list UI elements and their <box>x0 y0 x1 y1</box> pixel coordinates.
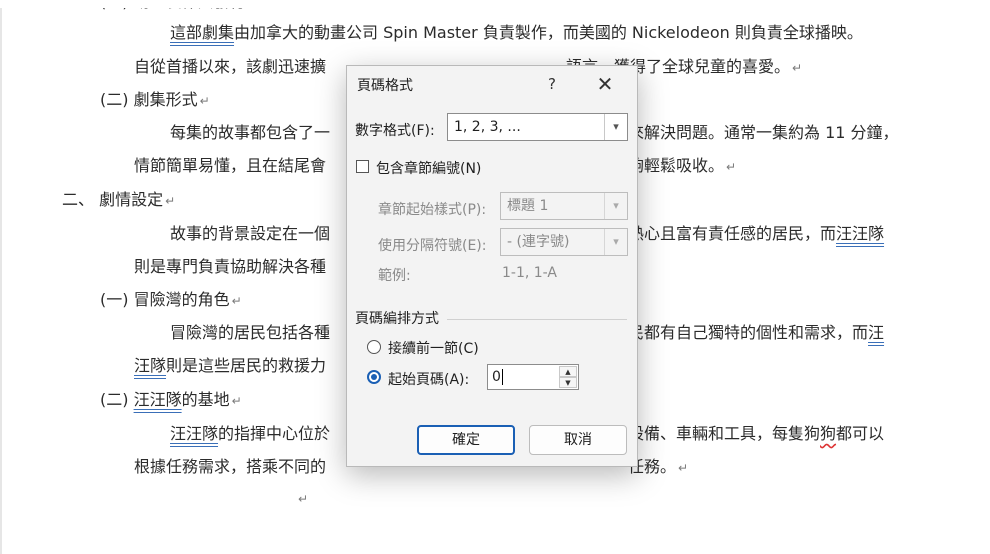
chevron-down-icon[interactable]: ▾ <box>604 114 627 140</box>
doc-text: 情節簡單易懂，且在結尾會 <box>134 156 327 175</box>
doc-text: (二) 劇集形式 <box>100 90 198 109</box>
continue-previous-radio[interactable] <box>367 340 381 354</box>
doc-text: 每集的故事都包含了一 <box>170 123 331 142</box>
doc-underlined-text: 汪汪隊 <box>133 390 182 409</box>
chevron-down-icon[interactable]: ▾ <box>604 229 627 255</box>
doc-text: 的基地 <box>181 390 230 409</box>
chapter-style-label: 章節起始樣式(P): <box>378 202 487 218</box>
doc-text: (一) 冒險灣的角色 <box>100 290 230 309</box>
chapter-style-select[interactable]: 標題 1 ▾ <box>500 192 628 220</box>
doc-line-13a: 汪汪隊的指揮中心位於 <box>170 424 330 444</box>
example-value: 1-1, 1-A <box>502 265 557 281</box>
chapter-style-value: 標題 1 <box>507 198 549 214</box>
spin-up-icon[interactable]: ▲ <box>559 366 577 377</box>
include-chapter-checkbox[interactable] <box>356 160 369 173</box>
doc-line-5b: 夠輕鬆吸收。 ↵ <box>628 156 736 177</box>
doc-text: 設備、車輛和工具，每隻狗 <box>628 424 821 443</box>
ok-button[interactable]: 確定 <box>417 425 515 455</box>
doc-text: 故事的背景設定在一個 <box>170 224 331 243</box>
doc-text: 冒險灣的居民包括各種 <box>170 323 331 342</box>
spin-down-icon[interactable]: ▼ <box>559 377 577 388</box>
help-button[interactable]: ? <box>540 73 564 95</box>
doc-line-13b: 設備、車輛和工具，每隻狗狗都可以 <box>628 424 884 444</box>
doc-line-4a: 每集的故事都包含了一 <box>170 123 330 143</box>
doc-line-5a: 情節簡單易懂，且在結尾會 <box>134 156 326 176</box>
text-caret <box>501 369 503 385</box>
doc-empty-paragraph: ↵ <box>296 488 308 509</box>
doc-underlined-text: 汪隊 <box>134 356 167 375</box>
doc-text: (二) <box>100 390 134 409</box>
page-number-format-dialog[interactable]: 頁碼格式 ? ✕ 數字格式(F): 1, 2, 3, ... ▾ 包含章節編號(… <box>346 65 638 467</box>
paragraph-mark: ↵ <box>792 61 803 75</box>
doc-text: 自從首播以來，該劇迅速擴 <box>134 57 327 76</box>
doc-text: 由加拿大的動畫公司 Spin Master 負責製作，而美國的 Nickelod… <box>234 23 863 42</box>
close-button[interactable]: ✕ <box>592 72 618 96</box>
start-at-radio[interactable] <box>367 370 381 384</box>
doc-line-10b: 民都有自己獨特的個性和需求，而汪 <box>628 323 884 343</box>
doc-text: 則是專門負責協助解決各種 <box>134 257 327 276</box>
doc-heading-format: (二) 劇集形式 ↵ <box>100 90 210 111</box>
separator-label: 使用分隔符號(E): <box>378 238 487 254</box>
paragraph-mark: ↵ <box>231 394 242 408</box>
doc-underlined-text: 汪 <box>868 323 885 342</box>
numbering-group-label: 頁碼編排方式 <box>355 311 439 327</box>
doc-heading-base: (二) 汪汪隊的基地 ↵ <box>100 390 242 411</box>
start-at-spinner[interactable]: ▲ ▼ <box>559 366 577 388</box>
number-format-label: 數字格式(F): <box>355 123 435 139</box>
doc-line-11: 汪隊則是這些居民的救援力 <box>134 356 326 376</box>
doc-line-1: 這部劇集由加拿大的動畫公司 Spin Master 負責製作，而美國的 Nick… <box>170 23 863 43</box>
paragraph-mark: ↵ <box>726 160 737 174</box>
doc-line-7a: 故事的背景設定在一個 <box>170 224 330 244</box>
doc-line-8: 則是專門負責協助解決各種 <box>134 257 326 277</box>
doc-text: 根據任務需求，搭乘不同的 <box>134 457 327 476</box>
doc-line-14a: 根據任務需求，搭乘不同的 <box>134 457 326 477</box>
number-format-select[interactable]: 1, 2, 3, ... ▾ <box>447 113 628 141</box>
example-label: 範例: <box>378 268 411 284</box>
paragraph-mark: ↵ <box>231 294 242 308</box>
paragraph-mark: ↵ <box>298 492 309 506</box>
doc-spellcheck-text: 狗 <box>820 424 837 443</box>
doc-heading-plot: 二、 劇情設定 ↵ <box>62 190 175 211</box>
doc-underlined-text: 汪汪隊 <box>170 424 219 443</box>
doc-underlined-text: 汪汪隊 <box>836 224 885 243</box>
start-at-value: 0 <box>492 369 501 385</box>
group-divider <box>447 319 627 320</box>
doc-text: 民都有自己獨特的個性和需求，而 <box>628 323 869 342</box>
doc-text: 夠輕鬆吸收。 <box>628 156 725 175</box>
doc-line-7b: 熱心且富有責任感的居民，而汪汪隊 <box>628 224 884 244</box>
chevron-down-icon[interactable]: ▾ <box>604 193 627 219</box>
doc-line-10a: 冒險灣的居民包括各種 <box>170 323 330 343</box>
continue-previous-label[interactable]: 接續前一節(C) <box>388 338 479 358</box>
separator-select[interactable]: - (連字號) ▾ <box>500 228 628 256</box>
doc-text: 來解決問題。通常一集約為 11 分鐘， <box>628 123 899 142</box>
doc-underlined-text: 這部劇集 <box>170 23 235 42</box>
start-at-label[interactable]: 起始頁碼(A): <box>388 369 469 389</box>
doc-heading-characters: (一) 冒險灣的角色 ↵ <box>100 290 242 311</box>
paragraph-mark: ↵ <box>199 94 210 108</box>
number-format-value: 1, 2, 3, ... <box>454 119 521 135</box>
include-chapter-label[interactable]: 包含章節編號(N) <box>376 158 481 178</box>
separator-value: - (連字號) <box>507 234 570 250</box>
doc-text: 熱心且富有責任感的居民，而 <box>628 224 837 243</box>
start-at-input[interactable]: 0 ▲ ▼ <box>487 364 579 390</box>
doc-line-4b: 來解決問題。通常一集約為 11 分鐘， <box>628 123 899 143</box>
doc-text: 則是這些居民的救援力 <box>166 356 327 375</box>
paragraph-mark: ↵ <box>165 194 176 208</box>
cancel-button[interactable]: 取消 <box>529 425 627 455</box>
doc-text: 二、 劇情設定 <box>62 190 164 209</box>
doc-text: 的指揮中心位於 <box>218 424 331 443</box>
doc-text: 都可以 <box>836 424 885 443</box>
paragraph-mark: ↵ <box>678 461 689 475</box>
page-top-cut <box>0 0 990 8</box>
dialog-title: 頁碼格式 <box>357 78 413 94</box>
